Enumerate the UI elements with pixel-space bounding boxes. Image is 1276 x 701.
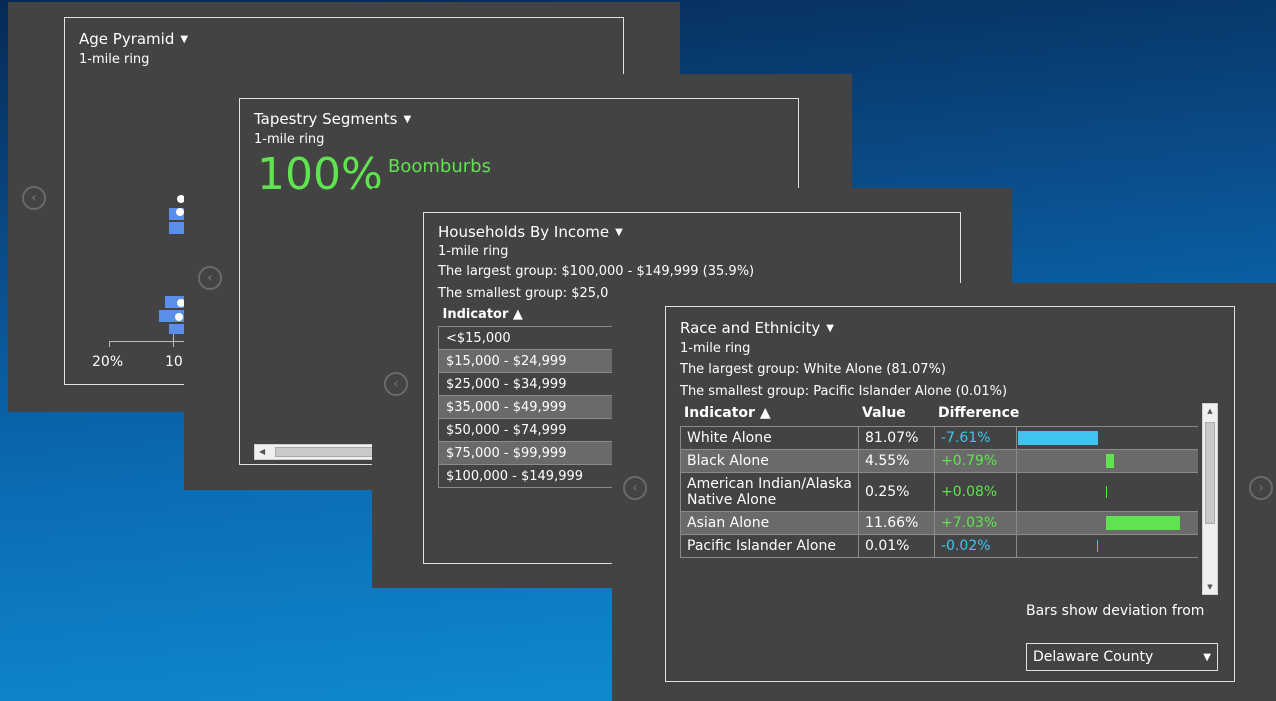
deviation-bar <box>1106 486 1107 498</box>
race-difference-cell: -0.02% <box>934 534 1017 558</box>
deviation-bar-cell <box>1016 511 1198 535</box>
income-table: Indicator ▲ <$15,000 $15,000 - $24,999 $… <box>438 305 613 488</box>
income-cell: $100,000 - $149,999 <box>438 464 613 488</box>
scrollbar-thumb[interactable] <box>1205 422 1215 524</box>
deviation-label: Bars show deviation from <box>1026 603 1205 619</box>
income-cell: $75,000 - $99,999 <box>438 441 613 465</box>
next-panel-icon[interactable]: › <box>1249 476 1273 500</box>
age-pyramid-subtitle: 1-mile ring <box>79 52 150 67</box>
race-value-header[interactable]: Value <box>862 405 938 421</box>
tapestry-segment-name[interactable]: Boomburbs <box>388 156 491 177</box>
race-largest-group: The largest group: White Alone (81.07%) <box>680 362 946 377</box>
race-value-cell: 4.55% <box>858 449 935 473</box>
table-row: $15,000 - $24,999 <box>438 349 613 373</box>
race-value-cell: 11.66% <box>858 511 935 535</box>
race-indicator-header[interactable]: Indicator ▲ <box>684 405 862 421</box>
pyramid-bar <box>169 222 185 234</box>
race-difference-header[interactable]: Difference <box>938 405 1019 421</box>
race-table-viewport: White Alone 81.07% -7.61% Black Alone 4.55% +… <box>680 426 1198 592</box>
prev-panel-icon[interactable]: ‹ <box>22 186 46 210</box>
scroll-down-icon[interactable]: ▼ <box>1203 583 1217 591</box>
income-smallest-group: The smallest group: $25,0 <box>438 286 609 301</box>
table-row[interactable]: White Alone 81.07% -7.61% <box>680 426 1198 450</box>
race-card: Race and Ethnicity ▼ 1-mile ring The larg… <box>612 283 1276 701</box>
prev-panel-icon[interactable]: ‹ <box>198 266 222 290</box>
race-difference-cell: +7.03% <box>934 511 1017 535</box>
deviation-select-value: Delaware County <box>1033 649 1154 665</box>
race-table: White Alone 81.07% -7.61% Black Alone 4.55% +… <box>680 426 1198 558</box>
race-vertical-scrollbar[interactable]: ▲ ▼ <box>1202 403 1218 595</box>
table-row[interactable]: American Indian/Alaska Native Alone 0.25%… <box>680 472 1198 512</box>
dropdown-caret-icon: ▼ <box>826 322 834 334</box>
scroll-left-icon[interactable]: ◀ <box>259 447 265 456</box>
deviation-bar <box>1106 516 1180 530</box>
pyramid-marker <box>175 313 183 321</box>
income-cell: $25,000 - $34,999 <box>438 372 613 396</box>
race-value-cell: 81.07% <box>858 426 935 450</box>
deviation-bar-cell <box>1016 449 1198 473</box>
race-indicator-cell: White Alone <box>680 426 859 450</box>
deviation-bar-cell <box>1016 426 1198 450</box>
income-indicator-header[interactable]: Indicator ▲ <box>439 305 613 327</box>
deviation-bar <box>1018 431 1098 445</box>
dropdown-caret-icon: ▼ <box>403 113 412 125</box>
deviation-bar-cell <box>1016 472 1198 512</box>
scroll-up-icon[interactable]: ▲ <box>1203 407 1217 415</box>
race-value-cell: 0.01% <box>858 534 935 558</box>
income-largest-group: The largest group: $100,000 - $149,999 (… <box>438 264 755 279</box>
income-subtitle: 1-mile ring <box>438 244 509 259</box>
table-row: <$15,000 <box>438 326 613 350</box>
table-row[interactable]: Pacific Islander Alone 0.01% -0.02% <box>680 534 1198 558</box>
pyramid-bar <box>169 324 185 334</box>
deviation-bar <box>1106 454 1115 468</box>
tapestry-percent: 100% <box>257 149 383 200</box>
table-row[interactable]: Black Alone 4.55% +0.79% <box>680 449 1198 473</box>
race-indicator-cell: American Indian/Alaska Native Alone <box>680 472 859 512</box>
pyramid-marker <box>176 208 184 216</box>
table-row: $50,000 - $74,999 <box>438 418 613 442</box>
income-cell: $50,000 - $74,999 <box>438 418 613 442</box>
table-row: $25,000 - $34,999 <box>438 372 613 396</box>
pyramid-tick-label: 10 <box>165 354 183 370</box>
race-table-header: Indicator ▲ Value Difference <box>684 405 1019 421</box>
race-title[interactable]: Race and Ethnicity ▼ <box>680 319 834 337</box>
deviation-bar <box>1097 540 1098 552</box>
table-row[interactable]: Asian Alone 11.66% +7.03% <box>680 511 1198 535</box>
prev-panel-icon[interactable]: ‹ <box>384 372 408 396</box>
race-indicator-cell: Black Alone <box>680 449 859 473</box>
race-subtitle: 1-mile ring <box>680 341 751 356</box>
income-title[interactable]: Households By Income ▼ <box>438 223 623 241</box>
dropdown-caret-icon: ▼ <box>180 33 189 45</box>
dropdown-caret-icon: ▼ <box>615 226 623 238</box>
tapestry-title[interactable]: Tapestry Segments ▼ <box>254 110 411 128</box>
deviation-bar-cell <box>1016 534 1198 558</box>
pyramid-axis-tick <box>109 341 110 347</box>
income-cell: <$15,000 <box>438 326 613 350</box>
age-pyramid-title[interactable]: Age Pyramid ▼ <box>79 30 188 48</box>
race-indicator-cell: Pacific Islander Alone <box>680 534 859 558</box>
deviation-select[interactable]: Delaware County ▼ <box>1026 643 1218 671</box>
pyramid-axis-tick <box>173 334 174 347</box>
pyramid-tick-label: 20% <box>92 354 124 370</box>
race-value-cell: 0.25% <box>858 472 935 512</box>
table-row: $100,000 - $149,999 <box>438 464 613 488</box>
race-frame: Race and Ethnicity ▼ 1-mile ring The larg… <box>665 306 1235 682</box>
table-row: $75,000 - $99,999 <box>438 441 613 465</box>
income-cell: $15,000 - $24,999 <box>438 349 613 373</box>
tapestry-subtitle: 1-mile ring <box>254 132 325 147</box>
income-cell: $35,000 - $49,999 <box>438 395 613 419</box>
prev-panel-icon[interactable]: ‹ <box>623 476 647 500</box>
chevron-down-icon: ▼ <box>1203 651 1211 663</box>
race-difference-cell: -7.61% <box>934 426 1017 450</box>
race-smallest-group: The smallest group: Pacific Islander Alo… <box>680 384 1008 399</box>
race-indicator-cell: Asian Alone <box>680 511 859 535</box>
race-difference-cell: +0.79% <box>934 449 1017 473</box>
race-difference-cell: +0.08% <box>934 472 1017 512</box>
table-row: $35,000 - $49,999 <box>438 395 613 419</box>
